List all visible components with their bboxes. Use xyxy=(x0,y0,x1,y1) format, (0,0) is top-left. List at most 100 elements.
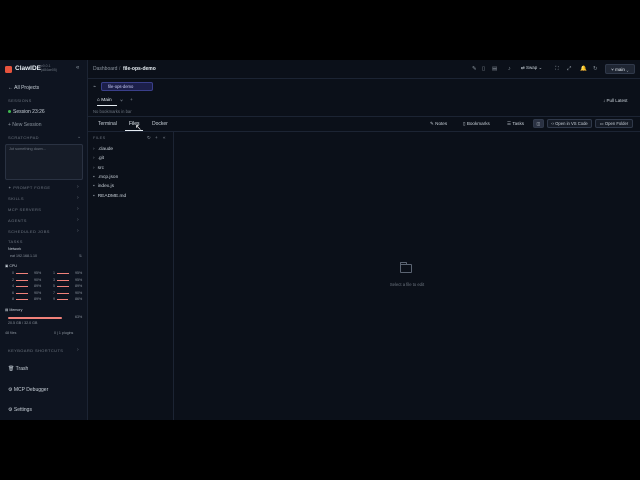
sidebar: ClawIDE v0.0.1 (d84ae05) « ← All Project… xyxy=(0,60,88,420)
folder-row[interactable]: › .git xyxy=(93,156,104,161)
cpu-core-id: 1 xyxy=(53,271,55,275)
collapse-all-icon[interactable]: « xyxy=(163,135,166,140)
files-header: FILES xyxy=(93,136,106,140)
back-arrow-icon: ← xyxy=(8,85,13,91)
cpu-core-percent: 89% xyxy=(34,284,42,288)
cpu-core-percent: 90% xyxy=(75,290,83,295)
cpu-core-percent: 90% xyxy=(34,290,42,295)
cpu-header: ▣ CPU xyxy=(5,264,17,268)
cpu-core-bar xyxy=(57,273,70,274)
cpu-core-percent: 95% xyxy=(34,271,42,275)
worktree-tab-main[interactable]: ⌂ Main xyxy=(97,98,112,103)
new-session-button[interactable]: + New Session xyxy=(8,122,42,128)
refresh-files-icon[interactable]: ↻ xyxy=(147,135,151,141)
branch-pill[interactable]: file-ops-demo xyxy=(101,82,153,91)
chevron-right-icon: › xyxy=(77,217,79,223)
app-window: ClawIDE v0.0.1 (d84ae05) « ← All Project… xyxy=(0,60,640,420)
bookmarks-button[interactable]: ▯ Bookmarks xyxy=(463,121,490,127)
bell-icon[interactable]: 🔔 xyxy=(580,66,587,72)
memory-detail: 20.5 GB / 32.0 GB xyxy=(8,321,38,325)
cpu-core-bar xyxy=(16,286,28,287)
file-row[interactable]: ▪ index.js xyxy=(93,184,114,189)
file-name: .git xyxy=(97,156,105,162)
app-version: v0.0.1 (d84ae05) xyxy=(41,64,57,72)
scratchpad-header: SCRATCHPAD xyxy=(8,135,39,140)
mcp-debugger-link[interactable]: ⚙ MCP Debugger xyxy=(8,387,48,393)
memory-header: ▤ Memory xyxy=(5,308,23,312)
cpu-core-id: 6 xyxy=(12,290,14,295)
refresh-icon[interactable]: ↻ xyxy=(593,66,598,72)
split-view-icon[interactable]: ◫ xyxy=(533,119,544,128)
folder-row[interactable]: › .claude xyxy=(93,147,113,152)
cpu-core-percent: 89% xyxy=(75,284,83,288)
all-projects-link[interactable]: ← All Projects xyxy=(8,85,39,91)
cpu-core-percent: 95% xyxy=(75,277,83,282)
scratchpad-chevron-icon[interactable]: ⌄ xyxy=(77,134,81,140)
file-name: index.js xyxy=(97,184,114,190)
cpu-core-bar xyxy=(16,273,29,274)
session-active-icon xyxy=(8,110,11,114)
chevron-right-icon: › xyxy=(93,165,95,171)
cpu-core-id: 5 xyxy=(53,284,55,288)
plugins-count: 0 | 1 plugins xyxy=(54,331,74,335)
breadcrumb-separator: / xyxy=(119,66,121,72)
network-toggle-icon[interactable]: ⇅ xyxy=(79,254,82,258)
cpu-core-bar xyxy=(57,279,70,281)
add-tab-icon[interactable]: + xyxy=(130,98,133,103)
fullscreen-icon[interactable]: ⛶ xyxy=(555,66,559,73)
scratchpad-textarea[interactable]: Jot something down... xyxy=(5,144,83,180)
branch-main-button[interactable]: ⑂ main ⌄ xyxy=(605,64,635,74)
cpu-core-percent: 86% xyxy=(75,297,83,301)
app-title: ClawIDE xyxy=(15,65,42,72)
worktree-tab-underline xyxy=(97,105,117,106)
files-count: 48 files xyxy=(5,331,17,335)
memory-percent: 63% xyxy=(75,315,83,319)
section-tasks[interactable]: TASKS xyxy=(8,239,23,243)
file-row[interactable]: ▪ README.md xyxy=(93,194,126,199)
chevron-right-icon: › xyxy=(77,228,79,234)
clipboard-icon[interactable]: ▤ xyxy=(492,66,497,72)
section-skills[interactable]: SKILLS xyxy=(8,196,24,201)
chevron-right-icon: › xyxy=(93,147,95,152)
cpu-core-percent: 89% xyxy=(34,297,42,301)
link-icon[interactable]: ⌁ xyxy=(93,84,96,90)
cpu-core-id: 0 xyxy=(12,271,14,275)
file-name: .mcp.json xyxy=(97,174,119,180)
bookmark-icon[interactable]: ▯ xyxy=(482,66,485,72)
chevron-right-icon: › xyxy=(77,347,79,353)
expand-icon[interactable]: ⤢ xyxy=(567,66,571,73)
section-scheduled-jobs[interactable]: SCHEDULED JOBS xyxy=(8,229,50,234)
section-prompt-forge[interactable]: ✦ PROMPT FORGE xyxy=(8,185,50,190)
new-file-icon[interactable]: + xyxy=(155,135,158,140)
breadcrumb-dashboard[interactable]: Dashboard xyxy=(93,66,117,72)
open-vscode-button[interactable]: ‹› Open in VS Code xyxy=(547,119,592,128)
chevron-right-icon: › xyxy=(77,184,79,190)
tab-terminal[interactable]: Terminal xyxy=(98,121,117,127)
cpu-core-bar xyxy=(16,299,28,300)
file-row[interactable]: ▪ .mcp.json xyxy=(93,175,118,180)
section-agents[interactable]: AGENTS xyxy=(8,218,27,223)
microphone-icon[interactable]: ♪ xyxy=(508,66,511,72)
session-item[interactable]: Session 23:26 xyxy=(8,109,45,115)
network-detail: eat 192.168.1.10 xyxy=(10,254,37,258)
notes-button[interactable]: ✎ Notes xyxy=(430,121,447,127)
keyboard-shortcuts-toggle[interactable]: KEYBOARD SHORTCUTS xyxy=(8,348,63,353)
open-folder-button[interactable]: ▭ Open Folder xyxy=(595,119,633,128)
swap-button[interactable]: ⇄ Swap ⌄ xyxy=(521,65,542,71)
chevron-right-icon: › xyxy=(77,206,79,212)
settings-link[interactable]: ⚙ Settings xyxy=(8,407,32,413)
trash-icon: 🗑 xyxy=(8,366,16,372)
trash-link[interactable]: 🗑 Trash xyxy=(8,366,28,372)
split-icon[interactable]: ⑂ xyxy=(120,98,123,104)
pull-latest-button[interactable]: ↓ Pull Latest xyxy=(603,98,628,103)
folder-row[interactable]: › src xyxy=(93,166,104,171)
network-label: Network xyxy=(8,247,22,251)
app-logo-icon xyxy=(5,66,12,73)
cpu-core-id: 4 xyxy=(12,284,14,288)
tasks-button[interactable]: ☰ Tasks xyxy=(507,121,524,127)
section-mcp-servers[interactable]: MCP SERVERS xyxy=(8,207,41,212)
cpu-core-bar xyxy=(57,292,69,294)
collapse-sidebar-icon[interactable]: « xyxy=(76,65,79,71)
tab-docker[interactable]: Docker xyxy=(152,121,168,127)
edit-icon[interactable]: ✎ xyxy=(472,66,477,72)
